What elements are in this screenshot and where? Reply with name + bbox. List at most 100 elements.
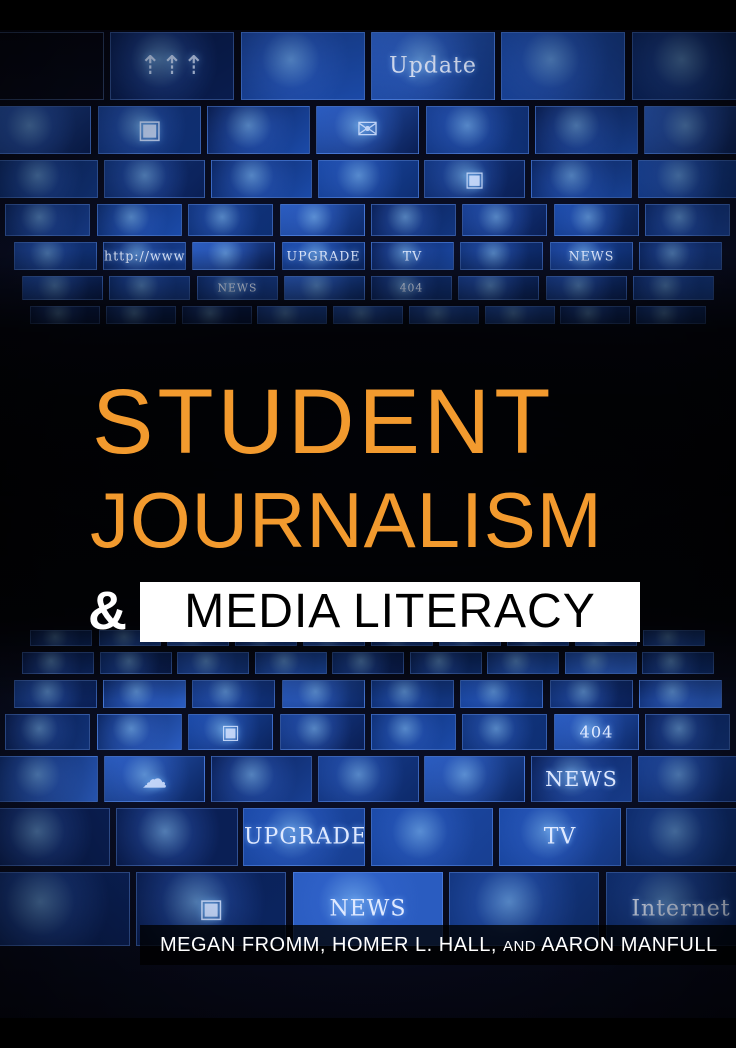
video-screen: TV <box>499 808 621 866</box>
video-screen <box>565 652 637 674</box>
arrows-icon: ⇡⇡⇡ <box>139 51 205 81</box>
video-screen <box>182 306 252 324</box>
video-screen: ⇡⇡⇡ <box>110 32 234 100</box>
authors-part1: MEGAN FROMM, HOMER L. HALL, <box>160 934 503 956</box>
video-screen <box>636 306 706 324</box>
screen-label: NEWS <box>545 767 618 791</box>
video-screen <box>409 306 479 324</box>
screen-label: 404 <box>579 722 614 742</box>
video-screen: 404 <box>371 276 452 300</box>
ampersand: & <box>88 581 127 641</box>
video-screen <box>638 756 736 802</box>
video-screen <box>424 756 525 802</box>
video-screen <box>0 106 91 154</box>
video-screen <box>626 808 736 866</box>
authors-and: AND <box>502 938 537 955</box>
video-screen <box>255 652 327 674</box>
video-screen <box>458 276 539 300</box>
video-screen <box>639 680 722 708</box>
video-screen <box>30 306 100 324</box>
title-journalism: JOURNALISM <box>90 476 603 564</box>
video-screen <box>30 630 92 646</box>
bottom-black-edge <box>0 1018 736 1048</box>
video-screen <box>371 680 454 708</box>
video-screen <box>318 160 419 198</box>
cloud-icon: ☁ <box>141 764 168 794</box>
video-screen <box>643 630 705 646</box>
video-screen <box>642 652 714 674</box>
video-screen <box>460 242 543 270</box>
screen-label: UPGRADE <box>286 248 361 264</box>
video-screen: ✉ <box>316 106 419 154</box>
video-screen: ▣ <box>98 106 201 154</box>
video-screen <box>333 306 403 324</box>
screen-label: Update <box>389 53 477 79</box>
video-screen: NEWS <box>531 756 632 802</box>
video-screen <box>462 204 547 236</box>
video-screen <box>103 680 186 708</box>
screen-label: http://www. <box>104 248 186 264</box>
screen-label: NEWS <box>329 896 407 922</box>
video-screen: http://www. <box>103 242 186 270</box>
video-screen <box>116 808 238 866</box>
video-screen <box>462 714 547 750</box>
video-screen <box>487 652 559 674</box>
video-screen <box>460 680 543 708</box>
video-screen <box>106 306 176 324</box>
video-screen <box>14 242 97 270</box>
video-screen: UPGRADE <box>243 808 365 866</box>
video-screen <box>371 204 456 236</box>
video-screen <box>241 32 365 100</box>
envelope-icon: ✉ <box>356 115 379 145</box>
video-screen <box>22 652 94 674</box>
video-screen <box>5 204 90 236</box>
video-screen <box>109 276 190 300</box>
video-screen <box>426 106 529 154</box>
video-screen <box>188 204 273 236</box>
video-screen <box>644 106 736 154</box>
video-screen <box>97 714 182 750</box>
video-screen <box>371 714 456 750</box>
screen-label: TV <box>402 248 423 264</box>
lock-icon: ▣ <box>464 167 485 191</box>
video-screen <box>645 714 730 750</box>
video-screen <box>371 808 493 866</box>
video-screen <box>257 306 327 324</box>
video-screen <box>177 652 249 674</box>
video-screen <box>192 680 275 708</box>
video-screen: ▣ <box>424 160 525 198</box>
video-screen <box>14 680 97 708</box>
authors-band: MEGAN FROMM, HOMER L. HALL, AND AARON MA… <box>140 925 736 965</box>
subtitle-box: MEDIA LITERACY <box>140 582 640 642</box>
screen-label: NEWS <box>217 281 258 295</box>
top-black-edge <box>0 0 736 30</box>
video-screen <box>546 276 627 300</box>
video-screen <box>554 204 639 236</box>
video-screen <box>192 242 275 270</box>
video-screen: TV <box>371 242 454 270</box>
video-screen <box>0 32 104 100</box>
video-screen <box>211 756 312 802</box>
video-screen <box>0 756 98 802</box>
title-student: STUDENT <box>92 371 555 473</box>
subtitle-media-literacy: MEDIA LITERACY <box>184 585 596 638</box>
video-screen <box>332 652 404 674</box>
video-screen <box>318 756 419 802</box>
video-screen <box>632 32 736 100</box>
video-screen: NEWS <box>197 276 278 300</box>
video-screen <box>535 106 638 154</box>
video-screen: 404 <box>554 714 639 750</box>
video-screen <box>104 160 205 198</box>
video-screen: ▣ <box>188 714 273 750</box>
screen-label: 404 <box>399 281 424 295</box>
video-screen <box>410 652 482 674</box>
video-screen <box>531 160 632 198</box>
video-screen: UPGRADE <box>282 242 365 270</box>
video-screen <box>550 680 633 708</box>
video-screen <box>0 160 98 198</box>
video-screen <box>0 808 110 866</box>
video-screen <box>284 276 365 300</box>
video-screen <box>211 160 312 198</box>
screen-label: Internet <box>631 896 731 922</box>
screen-label: NEWS <box>568 248 615 264</box>
